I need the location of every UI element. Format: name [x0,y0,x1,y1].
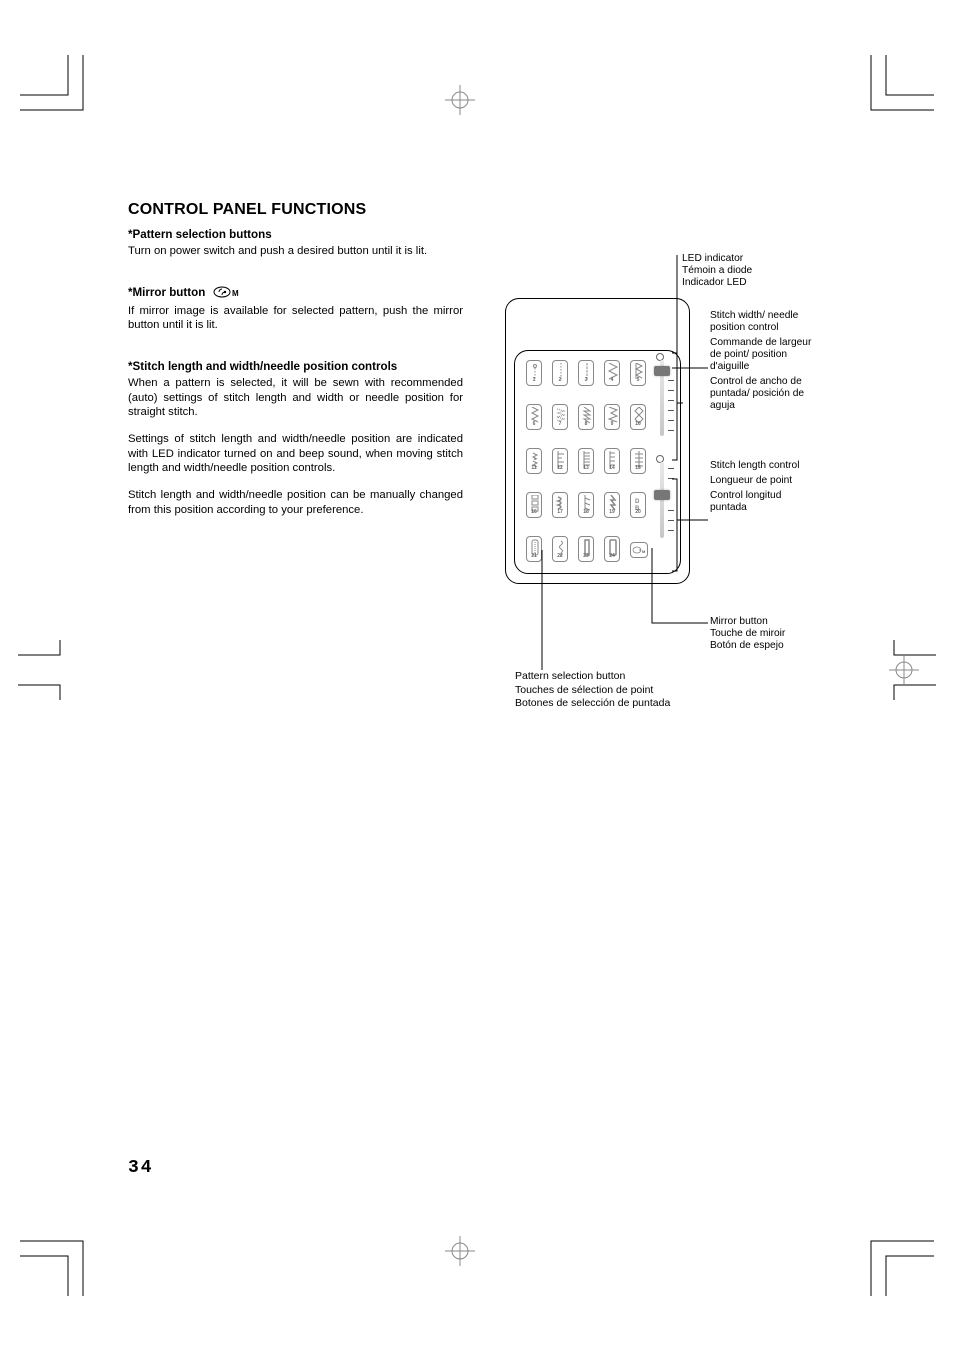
section-body-stitch-3: Stitch length and width/needle position … [128,488,463,517]
registration-mark [445,85,475,115]
annot-led: LED indicator Témoin a diode Indicador L… [682,253,752,289]
pattern-button-2[interactable]: 2 [552,360,568,386]
pattern-button-20[interactable]: DB20 [630,492,646,518]
leader-lines [652,255,712,635]
annot-pattern: Pattern selection button Touches de séle… [515,670,670,711]
pattern-button-24[interactable]: 24 [604,536,620,562]
pattern-button-15[interactable]: 15 [630,448,646,474]
svg-text:D: D [635,499,640,505]
mirror-icon: M [213,286,239,302]
pattern-button-12[interactable]: 12 [552,448,568,474]
pattern-button-16[interactable]: 16 [526,492,542,518]
annot-length: Stitch length control Longueur de point … [710,460,810,514]
pattern-button-19[interactable]: 19 [604,492,620,518]
registration-mark [445,1236,475,1266]
control-panel-diagram: 12345678910111213141516171819DB202122232… [482,200,825,740]
pattern-button-13[interactable]: 13 [578,448,594,474]
section-heading-mirror: *Mirror button M [128,285,463,302]
mirror-button[interactable]: M [630,542,648,558]
pattern-button-10[interactable]: 10 [630,404,646,430]
section-heading-stitch: *Stitch length and width/needle position… [128,359,463,374]
annot-width: Stitch width/ needle position control Co… [710,310,815,412]
annot-mirror: Mirror button Touche de miroir Botón de … [710,616,785,652]
pattern-button-21[interactable]: 21 [526,536,542,562]
pattern-button-3[interactable]: 3 [578,360,594,386]
pattern-button-11[interactable]: 11 [526,448,542,474]
section-body-pattern: Turn on power switch and push a desired … [128,244,463,259]
pattern-button-6[interactable]: 6 [526,404,542,430]
pattern-button-14[interactable]: 14 [604,448,620,474]
section-heading-pattern: *Pattern selection buttons [128,227,463,242]
pattern-button-17[interactable]: 17 [552,492,568,518]
pattern-button-7[interactable]: 7 [552,404,568,430]
text-column: CONTROL PANEL FUNCTIONS *Pattern selecti… [128,200,463,543]
page-number: 34 [128,1158,154,1178]
pattern-button-4[interactable]: 4 [604,360,620,386]
pattern-button-8[interactable]: 8 [578,404,594,430]
pattern-button-18[interactable]: 18 [578,492,594,518]
pattern-button-1[interactable]: 1 [526,360,542,386]
pattern-leader [542,550,582,680]
svg-text:M: M [232,289,239,298]
pattern-button-9[interactable]: 9 [604,404,620,430]
section-body-stitch-1: When a pattern is selected, it will be s… [128,376,463,420]
section-body-stitch-2: Settings of stitch length and width/need… [128,432,463,476]
svg-text:M: M [642,549,646,554]
page-title: CONTROL PANEL FUNCTIONS [128,200,463,221]
registration-mark [889,655,919,685]
section-body-mirror: If mirror image is available for selecte… [128,304,463,333]
pattern-button-5[interactable]: 5 [630,360,646,386]
